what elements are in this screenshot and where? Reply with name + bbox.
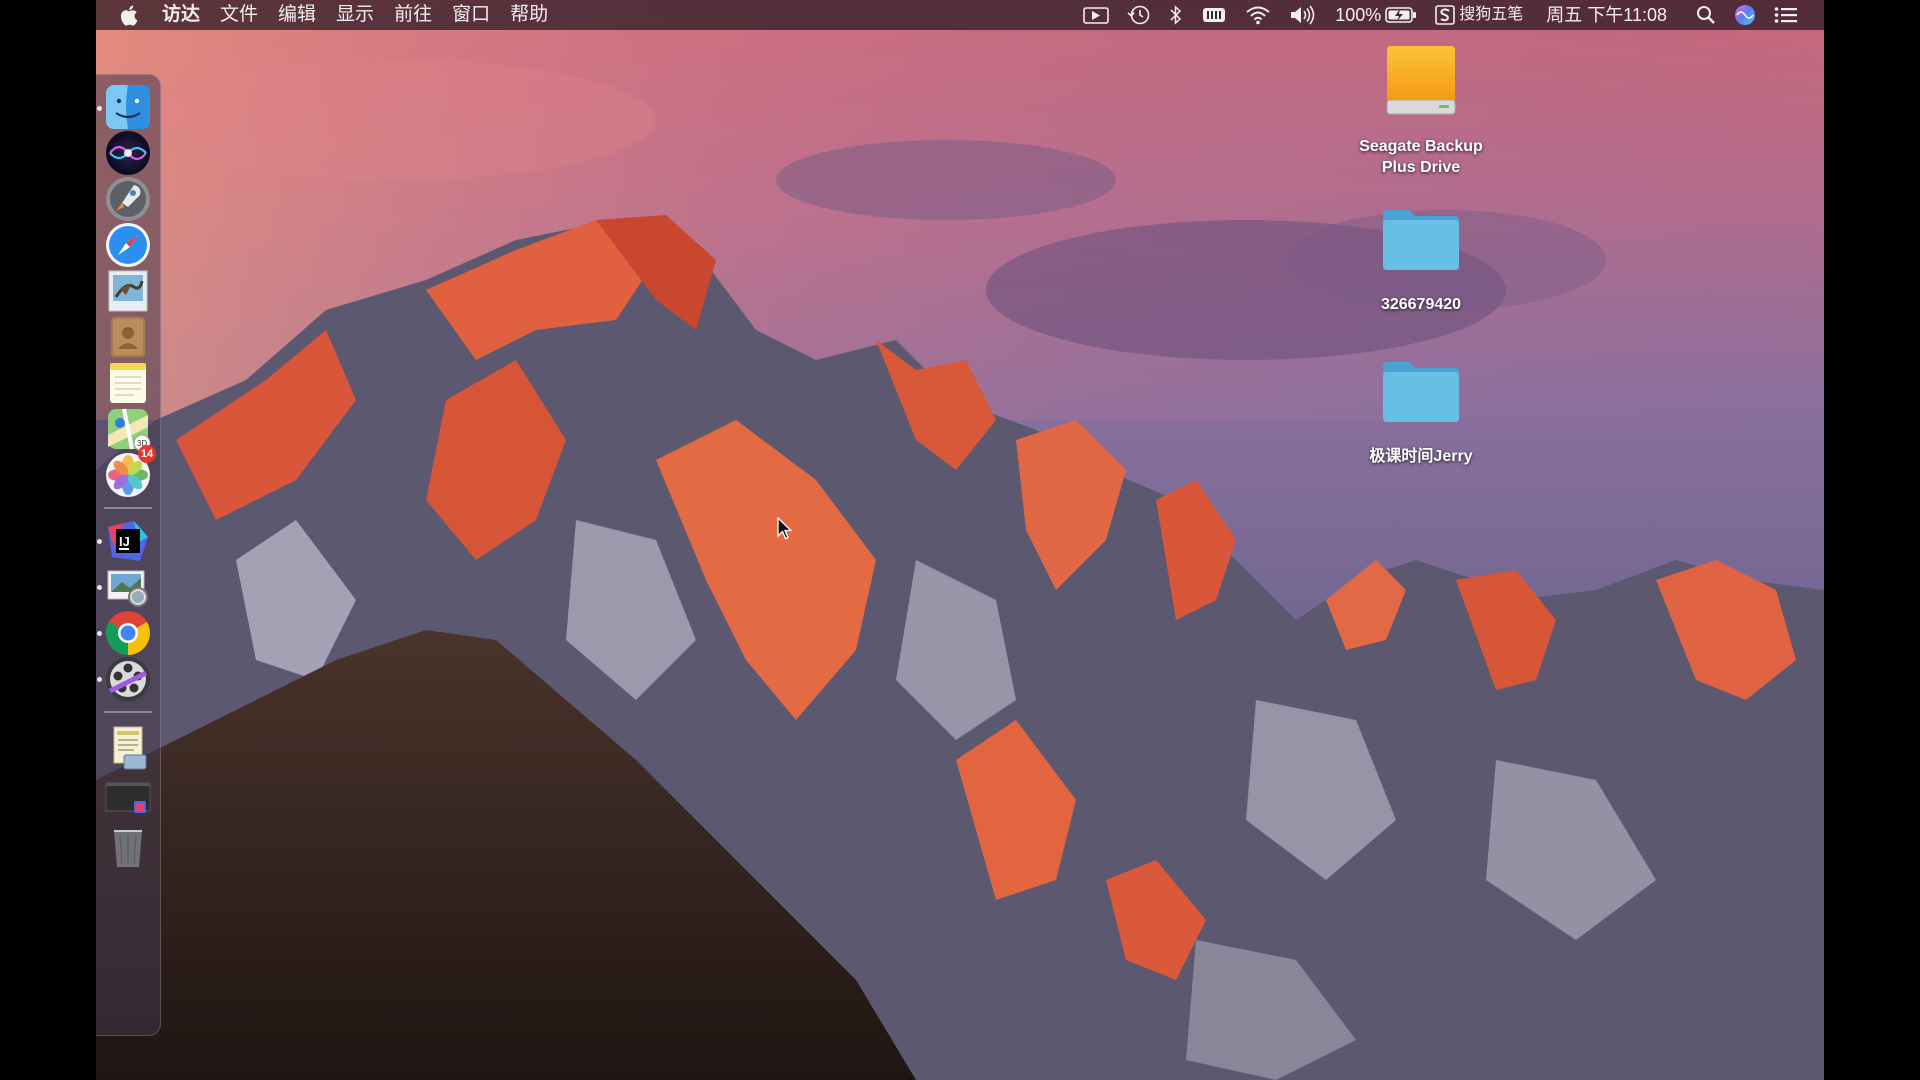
folder-label: 326679420 (1380, 296, 1462, 313)
photos-icon[interactable]: 14 (104, 445, 156, 499)
running-indicator (97, 677, 102, 682)
battery-percent[interactable]: 100% (1335, 0, 1381, 30)
downloads-stack-icon[interactable] (104, 723, 152, 771)
video-app-icon[interactable] (104, 655, 152, 703)
menu-window[interactable]: 窗口 (442, 0, 500, 30)
desktop-drive-seagate[interactable]: Seagate Backup Plus Drive (1346, 42, 1496, 178)
svg-text:IJ: IJ (119, 534, 130, 549)
running-indicator (97, 631, 102, 636)
mouse-cursor-icon (777, 517, 793, 540)
external-drive-icon (1386, 46, 1456, 115)
time-machine-icon[interactable] (1127, 0, 1151, 30)
chrome-icon[interactable] (104, 609, 152, 657)
battery-charging-icon[interactable] (1385, 0, 1417, 30)
bluetooth-icon[interactable] (1169, 0, 1183, 30)
launchpad-icon[interactable] (104, 175, 152, 223)
desktop-folder-326679420[interactable]: 326679420 (1346, 204, 1496, 315)
menu-edit[interactable]: 编辑 (268, 0, 326, 30)
menu-view[interactable]: 显示 (326, 0, 384, 30)
desktop-screen: 访达 文件 编辑 显示 前往 窗口 帮助 100% 搜狗五笔 周五 下午11:0… (96, 0, 1824, 1080)
photos-badge: 14 (138, 445, 156, 463)
notes-icon[interactable] (104, 359, 152, 407)
wifi-icon[interactable] (1245, 0, 1271, 30)
finder-icon[interactable] (104, 83, 152, 131)
running-indicator (97, 585, 102, 590)
menu-help[interactable]: 帮助 (500, 0, 558, 30)
input-method-label[interactable]: 搜狗五笔 (1459, 0, 1523, 30)
menu-file[interactable]: 文件 (210, 0, 268, 30)
wallpaper-image (96, 0, 1824, 1080)
folder-icon (1383, 210, 1459, 270)
apple-menu-icon[interactable] (106, 0, 152, 30)
keyboard-brightness-icon[interactable] (1201, 0, 1227, 30)
menu-go[interactable]: 前往 (384, 0, 442, 30)
intellij-idea-icon[interactable]: IJ (104, 517, 152, 565)
running-indicator (97, 539, 102, 544)
drive-label: Seagate Backup Plus Drive (1359, 138, 1483, 176)
preview-icon[interactable] (104, 563, 152, 611)
folder-icon (1383, 362, 1459, 422)
running-indicator (97, 106, 102, 111)
menu-app-finder[interactable]: 访达 (152, 0, 210, 30)
dock-separator (104, 711, 152, 713)
siri-icon[interactable] (104, 129, 152, 177)
dock: 3D 14 IJ (96, 74, 161, 1036)
dock-separator (104, 507, 152, 509)
clock-datetime[interactable]: 周五 下午11:08 (1546, 0, 1667, 30)
folder-label: 极课时间Jerry (1369, 448, 1473, 465)
desktop-folder-jerry[interactable]: 极课时间Jerry (1346, 356, 1496, 467)
screenshot-stack-icon[interactable] (104, 773, 152, 821)
trash-icon[interactable] (104, 823, 152, 871)
menu-bar: 访达 文件 编辑 显示 前往 窗口 帮助 100% 搜狗五笔 周五 下午11:0… (96, 0, 1824, 30)
siri-menubar-icon[interactable] (1734, 0, 1756, 30)
notification-center-icon[interactable] (1774, 0, 1798, 30)
screen-record-icon[interactable] (1083, 0, 1110, 30)
contacts-icon[interactable] (104, 313, 152, 361)
sogou-input-icon[interactable] (1435, 0, 1456, 30)
spotlight-search-icon[interactable] (1696, 0, 1716, 30)
safari-icon[interactable] (104, 221, 152, 269)
mail-icon[interactable] (104, 267, 152, 315)
volume-icon[interactable] (1289, 0, 1317, 30)
